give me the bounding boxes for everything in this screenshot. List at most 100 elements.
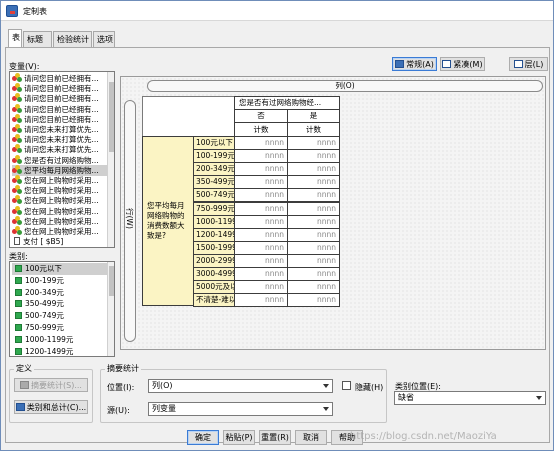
layers-icon xyxy=(513,60,523,68)
row-category-label[interactable]: 750-999元 xyxy=(193,201,235,216)
variables-scroll-thumb[interactable] xyxy=(109,82,114,152)
row-drop-zone-label: 行(W) xyxy=(124,208,134,229)
category-item-label: 200-349元 xyxy=(25,287,64,297)
title-bar: 定制表 xyxy=(1,1,553,21)
position-value: 列(O) xyxy=(152,381,173,390)
category-item[interactable]: 1200-1499元 xyxy=(12,346,108,356)
category-item[interactable]: 1000-1199元 xyxy=(12,334,108,346)
nominal-variable-icon xyxy=(12,195,22,205)
variable-item[interactable]: 支付 [ $B5] xyxy=(12,236,108,247)
column-drop-zone[interactable]: 列(O) xyxy=(147,80,543,92)
tab-table[interactable]: 表 xyxy=(8,29,22,47)
variable-item-label: 支付 [ $B5] xyxy=(23,237,64,247)
summary-statistics-label: 摘要统计(S)... xyxy=(31,381,82,390)
category-square-icon xyxy=(15,324,22,331)
nominal-variable-icon xyxy=(12,215,22,225)
normal-view-button[interactable]: 常规(A) xyxy=(392,57,437,71)
stat-header-count-no[interactable]: 计数 xyxy=(234,122,288,137)
source-label: 源(U): xyxy=(107,406,130,415)
categories-scroll-thumb[interactable] xyxy=(109,266,114,296)
source-dropdown[interactable]: 列变量 xyxy=(148,402,333,416)
category-item-label: 750-999元 xyxy=(25,323,64,332)
variables-scrollbar[interactable] xyxy=(107,72,114,247)
custom-tables-dialog: 定制表 表 标题 检验统计 选项 变量(V): 请问您目前已经拥有... 请问您目… xyxy=(0,0,554,451)
table-data-cell: nnnn xyxy=(287,201,340,216)
column-category-yes[interactable]: 是 xyxy=(287,109,340,123)
position-dropdown[interactable]: 列(O) xyxy=(148,379,333,393)
row-category-label[interactable]: 5000元及以... xyxy=(193,280,235,295)
app-icon xyxy=(6,5,18,17)
category-item-label: 1000-1199元 xyxy=(25,334,74,344)
categories-scrollbar[interactable] xyxy=(107,262,114,356)
table-data-cell: nnnn xyxy=(287,162,340,177)
column-category-no[interactable]: 否 xyxy=(234,109,288,123)
row-variable-header[interactable]: 您平均每月网络购物的消费数额大致是? xyxy=(142,136,194,306)
table-data-cell: nnnn xyxy=(287,136,340,151)
category-item[interactable]: 500-749元 xyxy=(12,310,108,322)
row-category-label[interactable]: 1000-1199... xyxy=(193,214,235,229)
row-category-label[interactable]: 100元以下 xyxy=(193,136,235,151)
table-data-cell: nnnn xyxy=(287,253,340,268)
define-title: 定义 xyxy=(14,363,34,374)
category-item[interactable]: 100-199元 xyxy=(12,275,108,287)
tab-titles[interactable]: 标题 xyxy=(23,31,52,47)
table-data-cell: nnnn xyxy=(287,227,340,242)
table-data-cell: nnnn xyxy=(234,175,288,190)
categories-totals-button[interactable]: 类别和总计(C)... xyxy=(14,400,88,414)
reset-button[interactable]: 重置(R) xyxy=(259,430,291,445)
category-item-label: 350-499元 xyxy=(25,299,64,309)
column-variable-header[interactable]: 您是否有过网络购物经... xyxy=(234,96,340,110)
tab-options[interactable]: 选项 xyxy=(93,31,115,47)
nominal-variable-icon xyxy=(12,103,22,113)
category-item[interactable]: 350-499元 xyxy=(12,298,108,310)
nominal-variable-icon xyxy=(12,185,22,195)
layers-button[interactable]: 层(L) xyxy=(509,57,548,71)
row-category-label[interactable]: 500-749元 xyxy=(193,188,235,203)
row-category-label[interactable]: 200-349元 xyxy=(193,162,235,177)
row-category-label[interactable]: 3000-4999... xyxy=(193,267,235,282)
chevron-down-icon xyxy=(323,384,329,388)
table-data-cell: nnnn xyxy=(234,162,288,177)
category-square-icon xyxy=(15,347,22,355)
row-category-label[interactable]: 2000-2999... xyxy=(193,253,235,268)
category-item-label: 100元以下 xyxy=(25,264,62,273)
compact-view-button[interactable]: 紧凑(M) xyxy=(440,57,485,71)
row-drop-zone[interactable]: 行(W) xyxy=(124,100,136,342)
stat-header-count-yes[interactable]: 计数 xyxy=(287,122,340,137)
cancel-button[interactable]: 取消 xyxy=(295,430,327,445)
variables-list[interactable]: 请问您目前已经拥有... 请问您目前已经拥有... 请问您目前已经拥有... 请问您目… xyxy=(9,71,115,248)
variable-item-label: 您在网上购物时采用... xyxy=(24,227,99,236)
paste-button[interactable]: 粘贴(P) xyxy=(223,430,255,445)
hide-checkbox[interactable] xyxy=(342,381,351,390)
categories-list[interactable]: 100元以下 100-199元 200-349元 350-499元 500-749元 75… xyxy=(9,261,115,357)
category-square-icon xyxy=(15,276,22,284)
table-data-cell: nnnn xyxy=(234,136,288,151)
row-category-label[interactable]: 100-199元 xyxy=(193,149,235,164)
variable-item-label: 请问您目前已经拥有... xyxy=(24,104,99,114)
table-data-cell: nnnn xyxy=(287,149,340,164)
row-category-label[interactable]: 不清楚-难以... xyxy=(193,293,235,308)
table-normal-icon xyxy=(395,60,405,68)
table-data-cell: nnnn xyxy=(234,293,288,308)
category-position-dropdown[interactable]: 缺省 xyxy=(394,391,546,405)
watermark: https://blog.csdn.net/MaoziYa xyxy=(350,431,497,442)
table-data-cell: nnnn xyxy=(234,280,288,295)
variable-item-label: 请问您目前已经拥有... xyxy=(24,94,99,104)
ok-button[interactable]: 确定 xyxy=(187,430,219,445)
normal-view-label: 常规(A) xyxy=(406,60,434,69)
row-category-label[interactable]: 350-499元 xyxy=(193,175,235,190)
row-category-label[interactable]: 1200-1499... xyxy=(193,227,235,242)
category-item[interactable]: 100元以下 xyxy=(12,263,108,275)
chevron-down-icon xyxy=(323,407,329,411)
summary-statistics-button[interactable]: 摘要统计(S)... xyxy=(14,378,88,392)
row-category-label[interactable]: 1500-1999... xyxy=(193,240,235,255)
nominal-variable-icon xyxy=(12,124,22,133)
category-item[interactable]: 750-999元 xyxy=(12,322,108,334)
table-data-cell: nnnn xyxy=(287,267,340,282)
variable-item-label: 您平均每月网络购物... xyxy=(24,165,99,175)
tab-test-statistics[interactable]: 检验统计 xyxy=(53,31,92,47)
table-data-cell: nnnn xyxy=(234,201,288,216)
category-item[interactable]: 200-349元 xyxy=(12,287,108,299)
table-data-cell: nnnn xyxy=(234,253,288,268)
nominal-variable-icon xyxy=(12,134,22,144)
